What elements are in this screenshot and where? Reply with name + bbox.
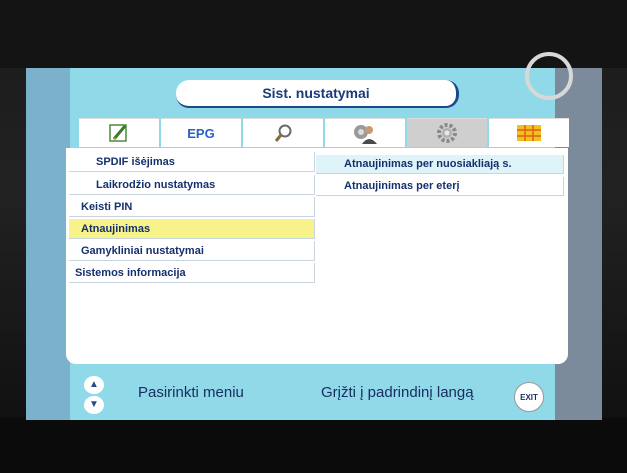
menu-item-label: Atnaujinimas	[81, 222, 151, 235]
gear-icon	[437, 123, 457, 143]
menu-item-label: Laikrodžio nustatymas	[96, 178, 216, 191]
submenu-item-satellite-update[interactable]: Atnaujinimas per nuosiakliają s.	[316, 155, 564, 174]
menu-item-sysinfo[interactable]: Sistemos informacija	[69, 263, 315, 283]
tab-system[interactable]	[407, 118, 487, 147]
submenu-item-label: Atnaujinimas per eterį	[344, 180, 460, 192]
menu-item-label: Gamykliniai nustatymai	[81, 244, 204, 257]
tab-search[interactable]	[243, 118, 323, 147]
up-down-arrows-icon: ▲ ▼	[83, 376, 105, 414]
page-title: Sist. nustatymai	[176, 80, 459, 108]
settings-user-icon	[354, 125, 377, 144]
menu-item-pin[interactable]: Keisti PIN	[69, 197, 315, 217]
exit-button[interactable]: EXIT	[514, 382, 544, 412]
tab-bar: EPG	[79, 118, 569, 147]
bottom-letterbox	[0, 418, 627, 473]
menu-item-label: Sistemos informacija	[75, 266, 186, 279]
footer-back-hint: Grįžti į padrindinį langą	[321, 384, 474, 401]
decorative-ring-icon	[525, 52, 573, 100]
tab-epg-label: EPG	[187, 125, 215, 141]
submenu-item-ota-update[interactable]: Atnaujinimas per eterį	[316, 177, 564, 196]
menu-item-clock[interactable]: Laikrodžio nustatymas	[69, 175, 315, 195]
tab-edit[interactable]	[79, 118, 159, 147]
magnifier-icon	[274, 124, 292, 142]
tab-user-settings[interactable]	[325, 118, 405, 147]
tab-smartcard[interactable]	[489, 118, 569, 147]
menu-item-label: Keisti PIN	[81, 200, 133, 213]
submenu-item-label: Atnaujinimas per nuosiakliają s.	[344, 158, 512, 170]
pencil-icon	[109, 124, 127, 142]
footer-select-hint: Pasirinkti meniu	[138, 384, 244, 401]
menu-item-update[interactable]: Atnaujinimas	[69, 219, 315, 239]
menu-item-factory[interactable]: Gamykliniai nustatymai	[69, 241, 315, 261]
smartcard-icon	[517, 125, 541, 141]
down-arrow-icon: ▼	[84, 396, 104, 414]
menu-item-spdif[interactable]: SPDIF išėjimas	[69, 152, 315, 172]
up-arrow-icon: ▲	[84, 376, 104, 394]
panel-left-edge	[26, 68, 70, 420]
tab-epg[interactable]: EPG	[161, 118, 241, 147]
menu-item-label: SPDIF išėjimas	[96, 155, 175, 168]
